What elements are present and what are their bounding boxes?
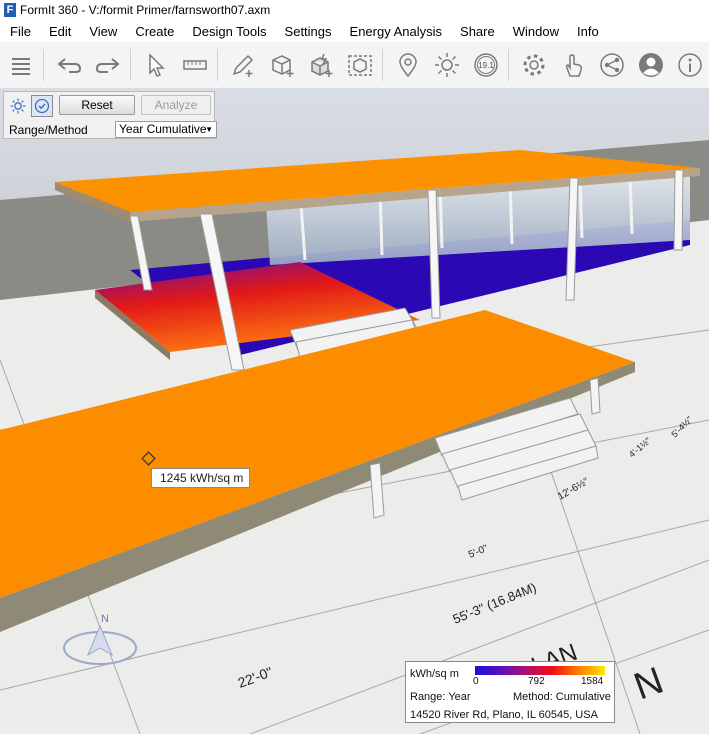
legend-address: 14520 River Rd, Plano, IL 60545, USA [410, 709, 598, 721]
info-button[interactable] [672, 47, 708, 83]
group-box-icon [348, 55, 372, 76]
redo-button[interactable] [90, 47, 126, 83]
range-method-value: Year Cumulative [119, 122, 207, 136]
3d-viewport[interactable]: N 22'-0" 55'-3" (16.84M) 5'-0" 12'-6½" 4… [0, 88, 709, 734]
toolbar-divider [130, 49, 131, 81]
legend-tick-mid: 792 [528, 676, 545, 687]
menu-settings[interactable]: Settings [275, 24, 340, 39]
sun-settings-button[interactable] [7, 95, 29, 117]
sun-button[interactable] [429, 47, 465, 83]
reset-button[interactable]: Reset [59, 95, 135, 115]
legend-unit: kWh/sq m [410, 668, 459, 680]
radiation-legend: kWh/sq m 0 792 1584 Range: Year Method: … [405, 661, 615, 723]
legend-tick-min: 0 [473, 676, 479, 687]
add-object-icon [311, 53, 333, 77]
version-badge-label: 19.1 [478, 61, 494, 70]
toolbar-divider [217, 49, 218, 81]
dropdown-arrow-icon: ▼ [205, 125, 213, 134]
draw-button[interactable] [225, 47, 261, 83]
layers-icon [12, 58, 30, 75]
group-button[interactable] [342, 47, 378, 83]
redo-icon [95, 58, 120, 73]
version-badge-icon: 19.1 [474, 53, 498, 77]
compass-north-label: N [101, 613, 109, 625]
layers-button[interactable] [3, 47, 39, 83]
menu-edit[interactable]: Edit [39, 24, 79, 39]
version-button[interactable]: 19.1 [468, 47, 504, 83]
settings-gear-icon [523, 54, 545, 76]
window-title: FormIt 360 - V:/formit Primer/farnsworth… [20, 3, 271, 17]
radiation-value-tooltip: 1245 kWh/sq m [151, 468, 251, 488]
toolbar-divider [508, 49, 509, 81]
gesture-hand-icon [565, 54, 582, 77]
menu-energy-analysis[interactable]: Energy Analysis [340, 24, 451, 39]
gesture-button[interactable] [555, 47, 591, 83]
range-method-label: Range/Method [9, 123, 88, 137]
check-circle-icon [34, 98, 50, 114]
apply-check-button[interactable] [31, 95, 53, 117]
legend-range: Range: Year [410, 691, 471, 703]
menu-file[interactable]: File [0, 24, 39, 39]
toolbar-divider [382, 49, 383, 81]
location-pin-icon [399, 53, 417, 78]
select-arrow-icon [149, 53, 165, 77]
account-icon [639, 53, 663, 77]
add-object-button[interactable] [303, 47, 339, 83]
menu-share[interactable]: Share [450, 24, 503, 39]
range-method-select[interactable]: Year Cumulative ▼ [115, 121, 217, 138]
menu-design-tools[interactable]: Design Tools [182, 24, 274, 39]
measure-tape-icon [183, 60, 207, 70]
scene-render: N 22'-0" 55'-3" (16.84M) 5'-0" 12'-6½" 4… [0, 88, 709, 734]
settings-button[interactable] [516, 47, 552, 83]
add-cube-button[interactable] [264, 47, 300, 83]
info-icon [678, 53, 702, 77]
share-network-icon [600, 53, 624, 77]
title-bar: F FormIt 360 - V:/formit Primer/farnswor… [0, 0, 709, 20]
main-toolbar: 19.1 [0, 42, 709, 89]
account-button[interactable] [633, 47, 669, 83]
menu-create[interactable]: Create [125, 24, 182, 39]
menu-info[interactable]: Info [567, 24, 607, 39]
menu-window[interactable]: Window [503, 24, 567, 39]
menu-view[interactable]: View [79, 24, 125, 39]
add-cube-icon [272, 55, 294, 77]
undo-button[interactable] [51, 47, 87, 83]
sun-icon [435, 53, 459, 77]
legend-tick-max: 1584 [581, 676, 604, 687]
menu-bar: File Edit View Create Design Tools Setti… [0, 20, 709, 42]
measure-button[interactable] [177, 47, 213, 83]
solar-analysis-panel: Reset Analyze Range/Method Year Cumulati… [3, 91, 217, 139]
location-button[interactable] [390, 47, 426, 83]
undo-icon [57, 58, 82, 73]
toolbar-divider [43, 49, 44, 81]
legend-method: Method: Cumulative [513, 691, 611, 703]
formit-app-icon: F [4, 3, 16, 17]
select-button[interactable] [138, 47, 174, 83]
sun-icon [10, 98, 26, 114]
draw-pencil-icon [232, 54, 254, 77]
legend-color-ramp [475, 666, 605, 675]
analyze-button[interactable]: Analyze [141, 95, 211, 115]
share-button[interactable] [594, 47, 630, 83]
